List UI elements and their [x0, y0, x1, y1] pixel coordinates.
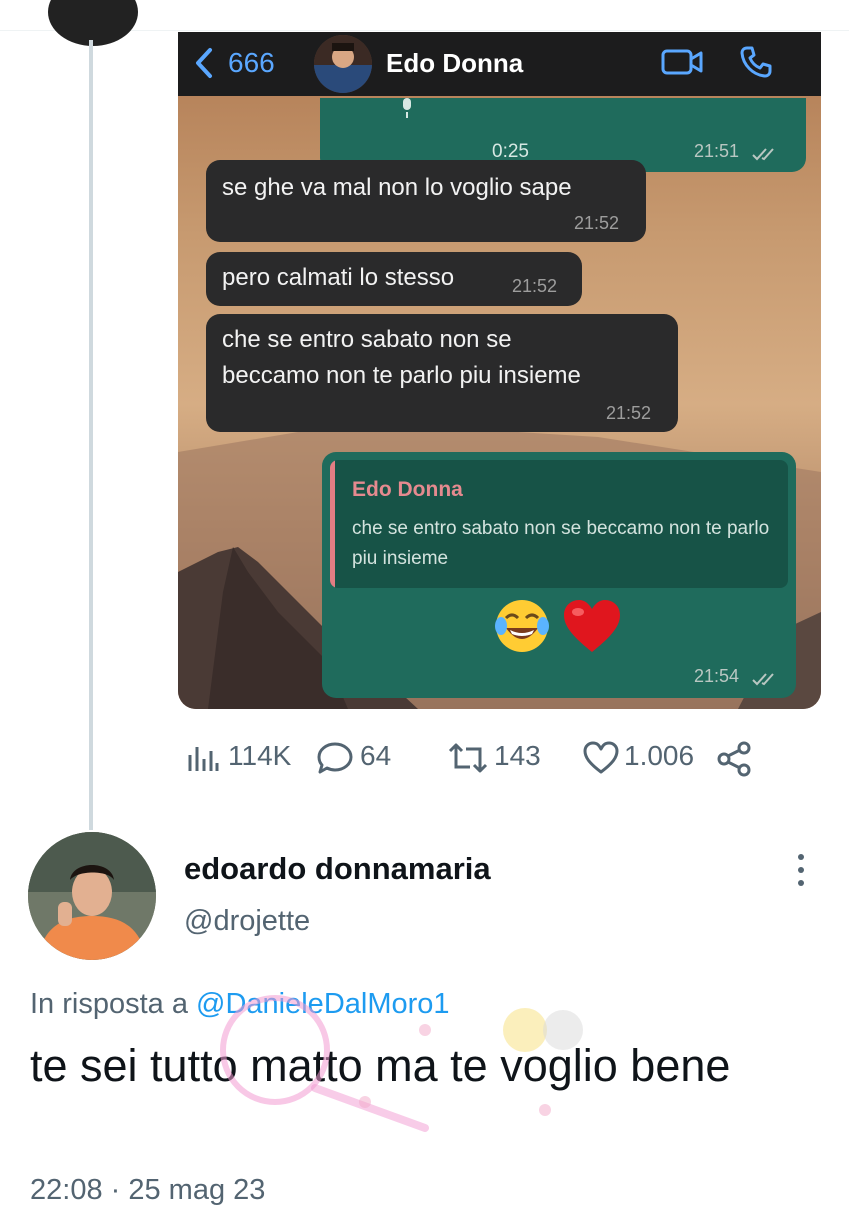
likes-count: 1.006 [624, 740, 695, 771]
retweets-metric[interactable]: 143 [446, 735, 556, 779]
tweet-timestamp[interactable]: 22:08 · 25 mag 23 [30, 1174, 265, 1207]
avatar[interactable] [28, 832, 156, 960]
retweet-icon [448, 743, 488, 773]
contact-avatar[interactable] [314, 35, 372, 93]
message-text: che se entro sabato non se beccamo non t… [222, 326, 581, 389]
display-name[interactable]: edoardo donnamaria [184, 851, 491, 887]
red-heart-icon [564, 600, 620, 652]
tweet-metrics-bar: 114K 64 143 1.006 [186, 735, 786, 779]
heart-icon [583, 741, 619, 774]
video-call-icon[interactable] [660, 46, 704, 78]
replies-metric[interactable]: 64 [316, 735, 406, 779]
quote-accent-bar [330, 460, 335, 588]
quoted-message-text: che se entro sabato non se beccamo non t… [352, 518, 770, 569]
thread-connector-line [89, 40, 93, 830]
tweet-text: te sei tutto matto ma te voglio bene [30, 1040, 731, 1091]
message-time: 21:52 [606, 403, 652, 423]
message-time: 21:52 [512, 276, 558, 296]
phone-call-icon[interactable] [738, 44, 774, 80]
chat-header: 666 Edo Donna [178, 32, 821, 96]
back-unread-count[interactable]: 666 [228, 47, 275, 79]
message-text: pero calmati lo stesso [222, 264, 455, 291]
contact-name[interactable]: Edo Donna [386, 48, 523, 79]
views-count: 114K [228, 740, 292, 771]
reply-mention-link[interactable]: @DanieleDalMoro1 [196, 988, 450, 1020]
share-icon[interactable] [716, 741, 752, 777]
views-metric[interactable]: 114K [186, 735, 296, 779]
incoming-message-bubble[interactable]: pero calmati lo stesso 21:52 [206, 252, 582, 306]
incoming-message-bubble[interactable]: che se entro sabato non se beccamo non t… [206, 314, 678, 432]
user-handle[interactable]: @drojette [184, 905, 310, 938]
views-chart-icon [188, 747, 219, 771]
face-with-tears-of-joy-icon [495, 600, 549, 652]
quoted-message[interactable]: Edo Donna che se entro sabato non se bec… [330, 460, 788, 588]
outgoing-reply-bubble[interactable]: Edo Donna che se entro sabato non se bec… [322, 452, 796, 698]
read-receipt-icon [752, 148, 774, 161]
microphone-icon [403, 98, 411, 118]
incoming-message-bubble[interactable]: se ghe va mal non lo voglio sape 21:52 [206, 160, 646, 242]
message-time: 21:52 [574, 213, 620, 233]
replies-count: 64 [360, 740, 392, 771]
quoted-sender-name: Edo Donna [352, 478, 463, 501]
chat-screenshot-image[interactable]: 666 Edo Donna 0:25 21:51 se ghe va mal n… [178, 32, 821, 709]
reply-bubble-icon [317, 742, 353, 774]
back-chevron-icon[interactable] [192, 46, 216, 80]
more-options-icon[interactable] [795, 852, 807, 888]
message-text: se ghe va mal non lo voglio sape [222, 174, 572, 201]
previous-tweet-avatar[interactable] [48, 0, 138, 46]
reply-context: In risposta a @DanieleDalMoro1 [30, 988, 450, 1021]
read-receipt-icon [752, 673, 774, 686]
message-time: 21:51 [694, 141, 740, 161]
message-time: 21:54 [694, 666, 740, 686]
retweets-count: 143 [494, 740, 541, 771]
reply-prefix: In risposta a [30, 988, 197, 1020]
